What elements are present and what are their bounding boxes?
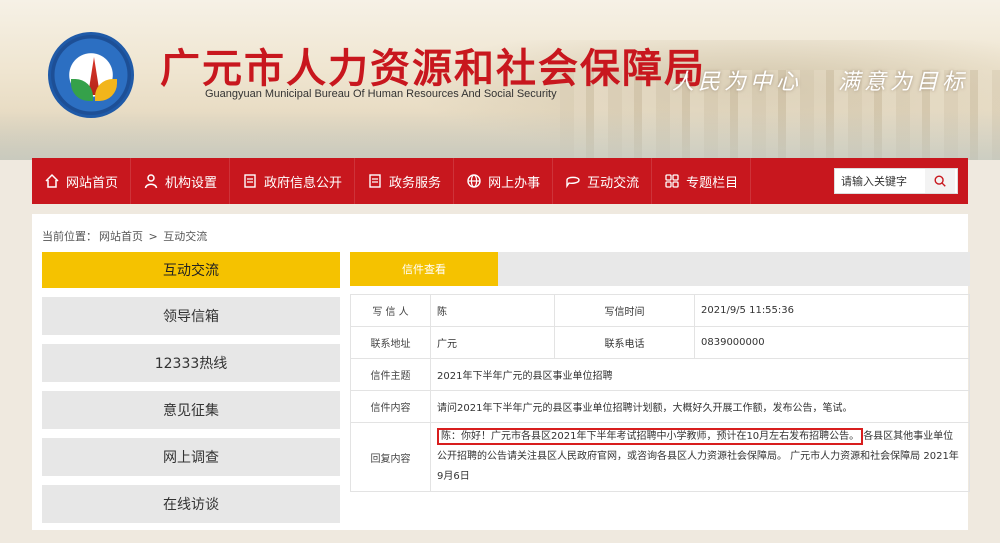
breadcrumb-separator: > [145, 230, 162, 243]
address-label: 联系地址 [350, 326, 431, 359]
slogan-right: 满意为目标 [838, 70, 969, 95]
sidebar: 互动交流 领导信箱 12333热线 意见征集 网上调查 在线访谈 [42, 252, 340, 532]
nav-item-gov-info[interactable]: 政府信息公开 [230, 158, 356, 204]
slogan-left: 人民为中心 [672, 70, 803, 95]
nav-item-label: 政府信息公开 [264, 175, 343, 191]
search-icon [934, 175, 946, 187]
chat-icon [565, 173, 581, 189]
tab-bar: 信件查看 [350, 252, 970, 286]
address-value: 广元 [430, 326, 555, 359]
letter-content: 信件查看 写 信 人 陈 写信时间 2021/9/5 11:55:36 联系地址… [350, 252, 970, 492]
tab-letter-view[interactable]: 信件查看 [350, 252, 498, 286]
bureau-logo[interactable] [48, 32, 134, 118]
subject-value: 2021年下半年广元的县区事业单位招聘 [430, 358, 970, 391]
body-label: 信件内容 [350, 390, 431, 423]
sidebar-item-online-interview[interactable]: 在线访谈 [42, 485, 340, 523]
search-input[interactable] [835, 169, 925, 193]
reply-highlight: 陈：你好！广元市各县区2021年下半年考试招聘中小学教师，预计在10月左右发布招… [437, 428, 864, 445]
time-value: 2021/9/5 11:55:36 [694, 294, 970, 327]
nav-item-label: 互动交流 [587, 175, 640, 191]
nav-item-special-topics[interactable]: 专题栏目 [652, 158, 752, 204]
sidebar-item-12333-hotline[interactable]: 12333热线 [42, 344, 340, 382]
table-row: 信件内容 请问2021年下半年广元的县区事业单位招聘计划额，大概好久开展工作额，… [350, 390, 970, 423]
search-button[interactable] [925, 169, 955, 193]
document-icon [367, 173, 383, 189]
table-row: 回复内容 陈：你好！广元市各县区2021年下半年考试招聘中小学教师，预计在10月… [350, 422, 970, 492]
logo-yellow-leaf-icon [95, 79, 117, 101]
nav-item-label: 机构设置 [165, 175, 218, 191]
nav-item-online-service[interactable]: 网上办事 [454, 158, 554, 204]
nav-item-gov-service[interactable]: 政务服务 [355, 158, 455, 204]
globe-icon [466, 173, 482, 189]
nav-item-home[interactable]: 网站首页 [32, 158, 132, 204]
time-label: 写信时间 [554, 294, 695, 327]
breadcrumb: 当前位置： 网站首页 > 互动交流 [42, 228, 209, 244]
document-icon [242, 173, 258, 189]
main-nav: 网站首页 机构设置 政府信息公开 政务服务 网上办事 互动交流 专题栏目 [32, 158, 968, 204]
phone-label: 联系电话 [554, 326, 695, 359]
sidebar-item-leader-mailbox[interactable]: 领导信箱 [42, 297, 340, 335]
nav-item-label: 网上办事 [488, 175, 541, 191]
body-value: 请问2021年下半年广元的县区事业单位招聘计划额，大概好久开展工作额，发布公告，… [430, 390, 970, 423]
home-icon [44, 173, 60, 189]
table-row: 联系地址 广元 联系电话 0839000000 [350, 326, 970, 359]
nav-item-label: 网站首页 [66, 175, 119, 191]
breadcrumb-current[interactable]: 互动交流 [163, 230, 207, 243]
search-box [834, 168, 958, 194]
grid-icon [664, 173, 680, 189]
site-title: 广元市人力资源和社会保障局 [160, 46, 706, 92]
nav-item-organization[interactable]: 机构设置 [131, 158, 231, 204]
sidebar-item-online-survey[interactable]: 网上调查 [42, 438, 340, 476]
content-panel: 当前位置： 网站首页 > 互动交流 互动交流 领导信箱 12333热线 意见征集 … [32, 214, 970, 532]
header-banner: 广元市人力资源和社会保障局 Guangyuan Municipal Bureau… [0, 0, 1000, 160]
table-row: 写 信 人 陈 写信时间 2021/9/5 11:55:36 [350, 294, 970, 327]
sidebar-item-interaction[interactable]: 互动交流 [42, 252, 340, 288]
breadcrumb-home-link[interactable]: 网站首页 [99, 230, 143, 243]
breadcrumb-prefix: 当前位置： [42, 230, 97, 243]
writer-value: 陈 [430, 294, 555, 327]
nav-item-label: 政务服务 [389, 175, 442, 191]
phone-value: 0839000000 [694, 326, 970, 359]
site-subtitle: Guangyuan Municipal Bureau Of Human Reso… [205, 88, 557, 100]
reply-value: 陈：你好！广元市各县区2021年下半年考试招聘中小学教师，预计在10月左右发布招… [430, 422, 970, 492]
user-icon [143, 173, 159, 189]
nav-item-label: 专题栏目 [686, 175, 739, 191]
table-row: 信件主题 2021年下半年广元的县区事业单位招聘 [350, 358, 970, 391]
writer-label: 写 信 人 [350, 294, 431, 327]
nav-item-interaction[interactable]: 互动交流 [553, 158, 653, 204]
letter-table: 写 信 人 陈 写信时间 2021/9/5 11:55:36 联系地址 广元 联… [350, 294, 970, 492]
reply-label: 回复内容 [350, 422, 431, 492]
banner-river-background [0, 110, 1000, 160]
subject-label: 信件主题 [350, 358, 431, 391]
sidebar-item-opinion-collection[interactable]: 意见征集 [42, 391, 340, 429]
logo-green-leaf-icon [71, 79, 93, 101]
